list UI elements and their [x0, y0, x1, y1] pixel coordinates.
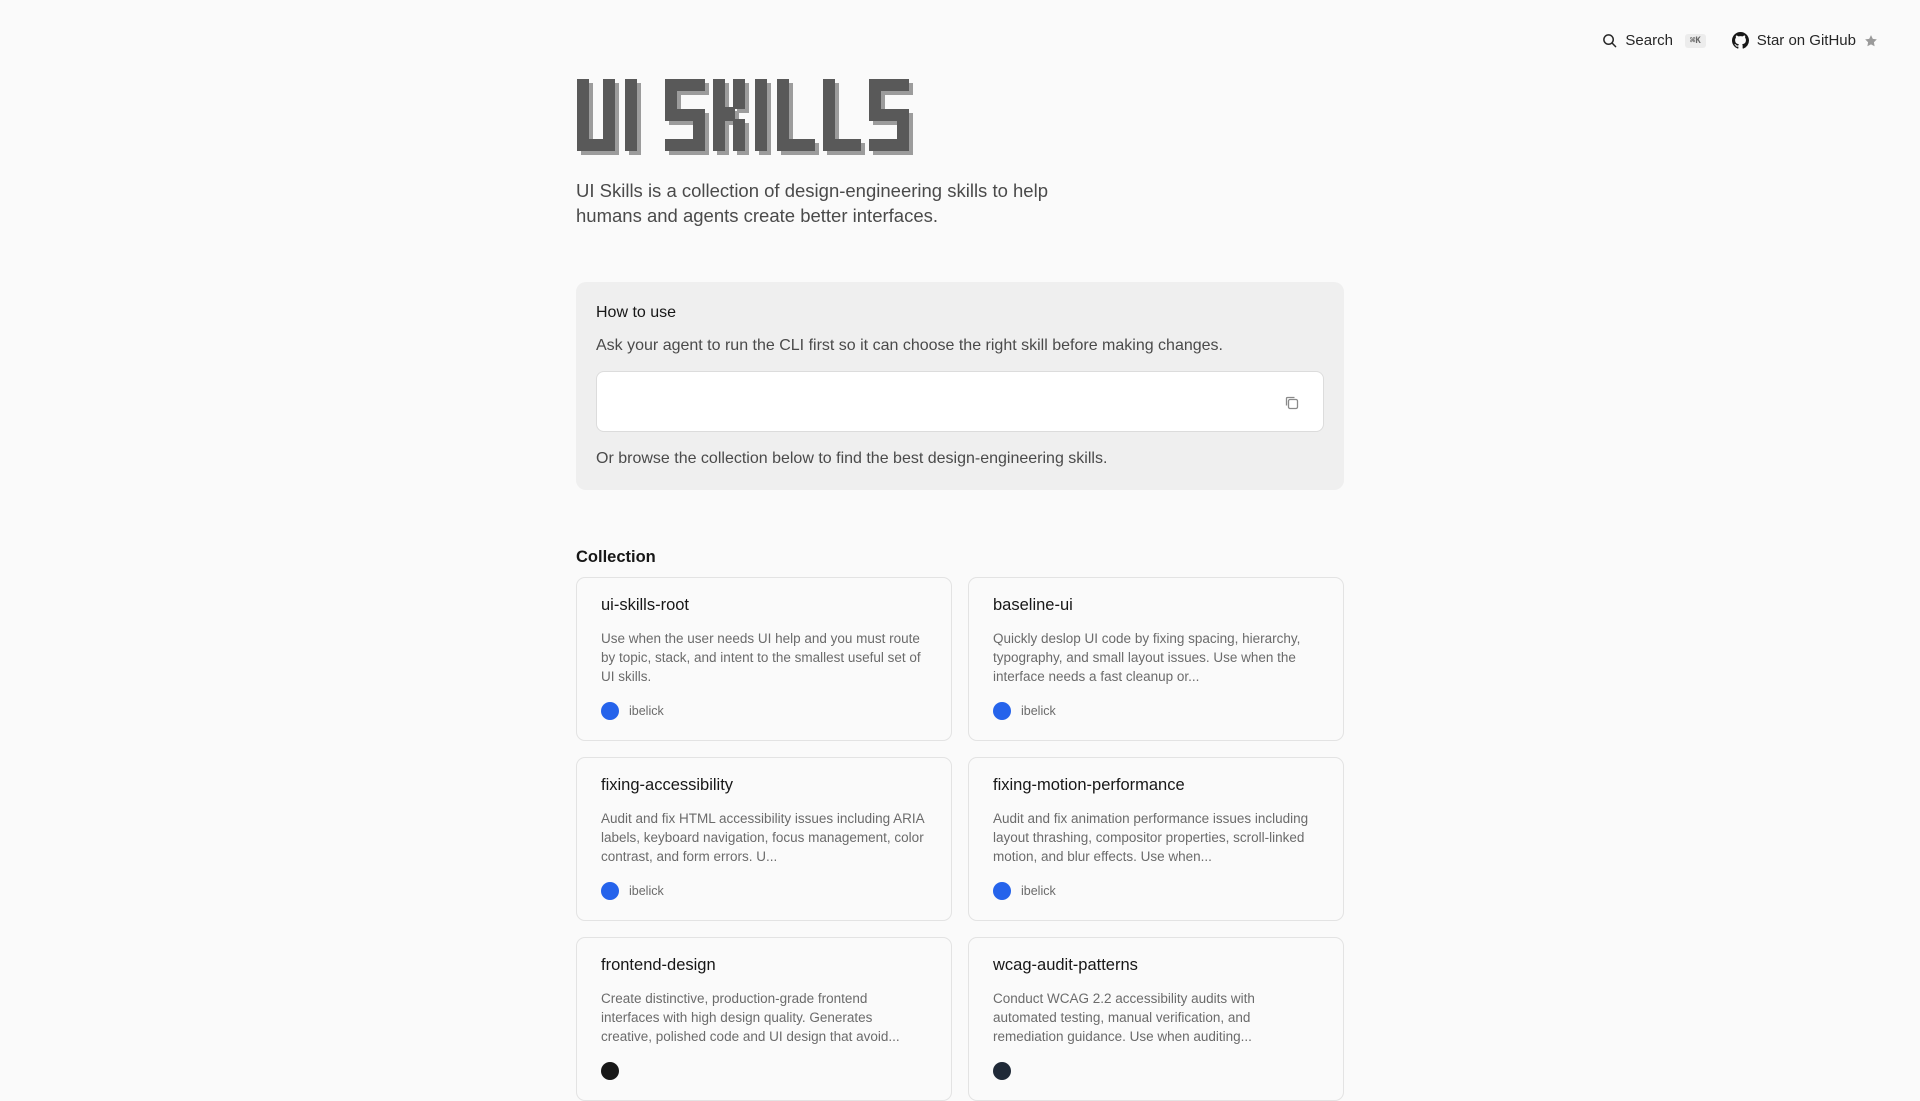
- skill-author: ibelick: [601, 702, 927, 720]
- skill-card[interactable]: fixing-accessibility Audit and fix HTML …: [576, 757, 952, 921]
- author-name: ibelick: [1021, 704, 1056, 718]
- avatar: [993, 882, 1011, 900]
- author-name: ibelick: [629, 704, 664, 718]
- skill-description: Audit and fix animation performance issu…: [993, 811, 1309, 864]
- copy-icon[interactable]: [1283, 394, 1301, 412]
- github-star-button[interactable]: Star on GitHub: [1731, 32, 1878, 49]
- command-box[interactable]: [596, 371, 1324, 432]
- skill-author: ibelick: [993, 702, 1319, 720]
- skill-description: Conduct WCAG 2.2 accessibility audits wi…: [993, 991, 1255, 1044]
- skill-name: baseline-ui: [993, 596, 1073, 614]
- search-shortcut: ⌘K: [1684, 33, 1706, 48]
- main-content: UI Skills is a collection of design-engi…: [576, 78, 1344, 1101]
- top-nav: Search ⌘K Star on GitHub: [1602, 32, 1878, 49]
- skill-author: [601, 1062, 927, 1080]
- skill-card[interactable]: frontend-design Create distinctive, prod…: [576, 937, 952, 1101]
- avatar: [993, 702, 1011, 720]
- search-label: Search: [1625, 32, 1673, 49]
- tagline: UI Skills is a collection of design-engi…: [576, 180, 1048, 226]
- how-to-use-panel: How to use Ask your agent to run the CLI…: [576, 282, 1344, 490]
- skill-name: frontend-design: [601, 956, 716, 974]
- star-icon: [1865, 34, 1877, 46]
- skill-description: Use when the user needs UI help and you …: [601, 631, 921, 684]
- avatar: [993, 1062, 1011, 1080]
- ui-skills-logo: [577, 79, 913, 155]
- how-to-use-title: How to use: [596, 304, 677, 321]
- skill-description: Audit and fix HTML accessibility issues …: [601, 811, 924, 864]
- skill-author: [993, 1062, 1319, 1080]
- skill-description: Create distinctive, production-grade fro…: [601, 991, 900, 1044]
- skill-card[interactable]: fixing-motion-performance Audit and fix …: [968, 757, 1344, 921]
- collection-title: Collection: [576, 548, 656, 566]
- skill-card[interactable]: wcag-audit-patterns Conduct WCAG 2.2 acc…: [968, 937, 1344, 1101]
- avatar: [601, 702, 619, 720]
- search-icon: [1603, 34, 1617, 48]
- skill-card[interactable]: ui-skills-root Use when the user needs U…: [576, 577, 952, 741]
- github-label: Star on GitHub: [1756, 32, 1856, 49]
- avatar: [601, 1062, 619, 1080]
- skill-name: wcag-audit-patterns: [993, 956, 1138, 974]
- collection-grid: ui-skills-root Use when the user needs U…: [576, 577, 1344, 1101]
- author-name: ibelick: [629, 884, 664, 898]
- skill-author: ibelick: [993, 882, 1319, 900]
- skill-name: ui-skills-root: [601, 596, 690, 614]
- how-to-use-outro: Or browse the collection below to find t…: [596, 450, 1108, 467]
- skill-author: ibelick: [601, 882, 927, 900]
- author-name: ibelick: [1021, 884, 1056, 898]
- github-icon: [1731, 32, 1749, 49]
- skill-name: fixing-accessibility: [601, 776, 734, 794]
- skill-name: fixing-motion-performance: [993, 776, 1185, 794]
- skill-card[interactable]: baseline-ui Quickly deslop UI code by fi…: [968, 577, 1344, 741]
- skill-description: Quickly deslop UI code by fixing spacing…: [993, 631, 1301, 684]
- search-button[interactable]: Search ⌘K: [1602, 32, 1706, 49]
- how-to-use-intro: Ask your agent to run the CLI first so i…: [596, 337, 1223, 354]
- avatar: [601, 882, 619, 900]
